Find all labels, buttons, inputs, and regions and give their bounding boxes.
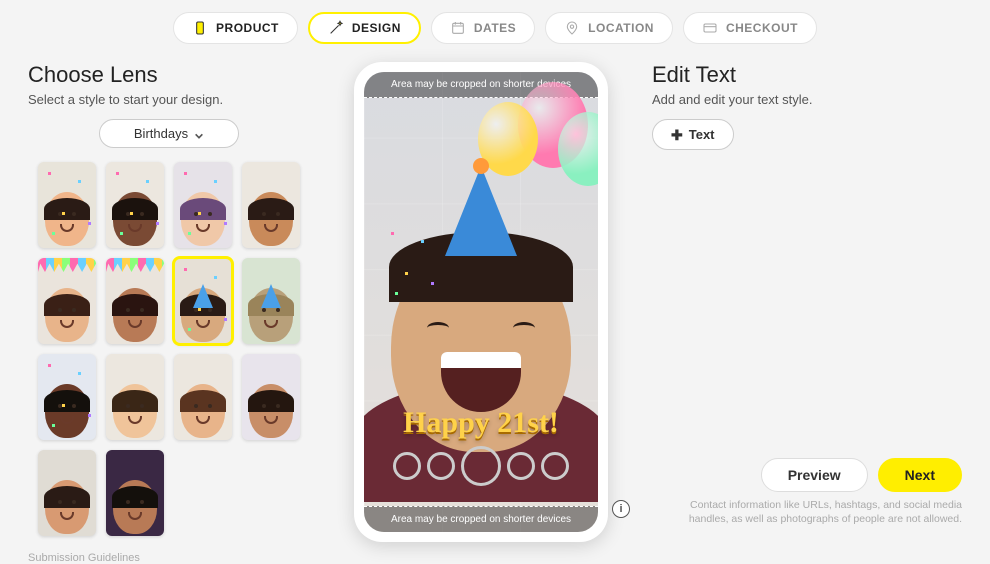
next-button[interactable]: Next (878, 458, 962, 492)
wizard-stepper: PRODUCT DESIGN DATES LOCATION CHECKOUT (0, 0, 990, 52)
preview-caption[interactable]: Happy 21st! (364, 406, 598, 440)
step-label: DESIGN (352, 21, 401, 35)
card-icon (702, 20, 718, 36)
plus-icon: ✚ (671, 128, 683, 142)
step-product[interactable]: PRODUCT (173, 12, 298, 44)
lens-thumbnail[interactable] (38, 354, 96, 440)
step-label: CHECKOUT (726, 21, 798, 35)
lens-thumbnail[interactable] (174, 258, 232, 344)
lens-thumbnail[interactable] (106, 354, 164, 440)
phone-screen[interactable]: Area may be cropped on shorter devices H… (364, 72, 598, 532)
step-checkout[interactable]: CHECKOUT (683, 12, 817, 44)
preview-panel: Area may be cropped on shorter devices H… (336, 62, 626, 532)
wand-icon (328, 20, 344, 36)
preview-button[interactable]: Preview (761, 458, 868, 492)
lens-thumbnail[interactable] (38, 162, 96, 248)
lens-thumbnail[interactable] (242, 162, 300, 248)
step-location[interactable]: LOCATION (545, 12, 673, 44)
choose-lens-panel: Choose Lens Select a style to start your… (28, 62, 310, 532)
submission-guidelines-link[interactable]: Submission Guidelines (28, 552, 310, 564)
carousel-ring[interactable] (427, 452, 455, 480)
category-dropdown[interactable]: Birthdays (99, 119, 239, 148)
edit-text-panel: Edit Text Add and edit your text style. … (652, 62, 962, 532)
pin-icon (564, 20, 580, 36)
carousel-ring[interactable] (393, 452, 421, 480)
step-label: PRODUCT (216, 21, 279, 35)
edit-text-subtitle: Add and edit your text style. (652, 92, 962, 107)
lens-carousel[interactable] (364, 446, 598, 486)
carousel-ring[interactable] (507, 452, 535, 480)
lens-thumbnail[interactable] (106, 258, 164, 344)
lens-thumbnail[interactable] (242, 258, 300, 344)
step-dates[interactable]: DATES (431, 12, 535, 44)
choose-lens-subtitle: Select a style to start your design. (28, 92, 310, 107)
phone-icon (192, 20, 208, 36)
carousel-ring[interactable] (541, 452, 569, 480)
fineprint: Contact information like URLs, hashtags,… (652, 498, 962, 526)
info-icon[interactable]: i (612, 500, 630, 518)
add-text-label: Text (689, 127, 715, 142)
crop-warning-bottom: Area may be cropped on shorter devices (364, 506, 598, 532)
step-label: LOCATION (588, 21, 654, 35)
lens-thumbnail[interactable] (174, 162, 232, 248)
step-label: DATES (474, 21, 516, 35)
step-design[interactable]: DESIGN (308, 12, 421, 44)
lens-thumbnail[interactable] (106, 450, 164, 536)
lens-thumbnail[interactable] (174, 354, 232, 440)
add-text-button[interactable]: ✚ Text (652, 119, 734, 150)
lens-thumbnail[interactable] (38, 450, 96, 536)
calendar-icon (450, 20, 466, 36)
category-value: Birthdays (134, 126, 188, 141)
edit-text-title: Edit Text (652, 62, 962, 88)
lens-grid (28, 162, 310, 536)
carousel-ring-active[interactable] (461, 446, 501, 486)
choose-lens-title: Choose Lens (28, 62, 310, 88)
phone-frame: Area may be cropped on shorter devices H… (354, 62, 608, 542)
lens-thumbnail[interactable] (242, 354, 300, 440)
lens-thumbnail[interactable] (106, 162, 164, 248)
chevron-down-icon (194, 129, 204, 139)
lens-thumbnail[interactable] (38, 258, 96, 344)
